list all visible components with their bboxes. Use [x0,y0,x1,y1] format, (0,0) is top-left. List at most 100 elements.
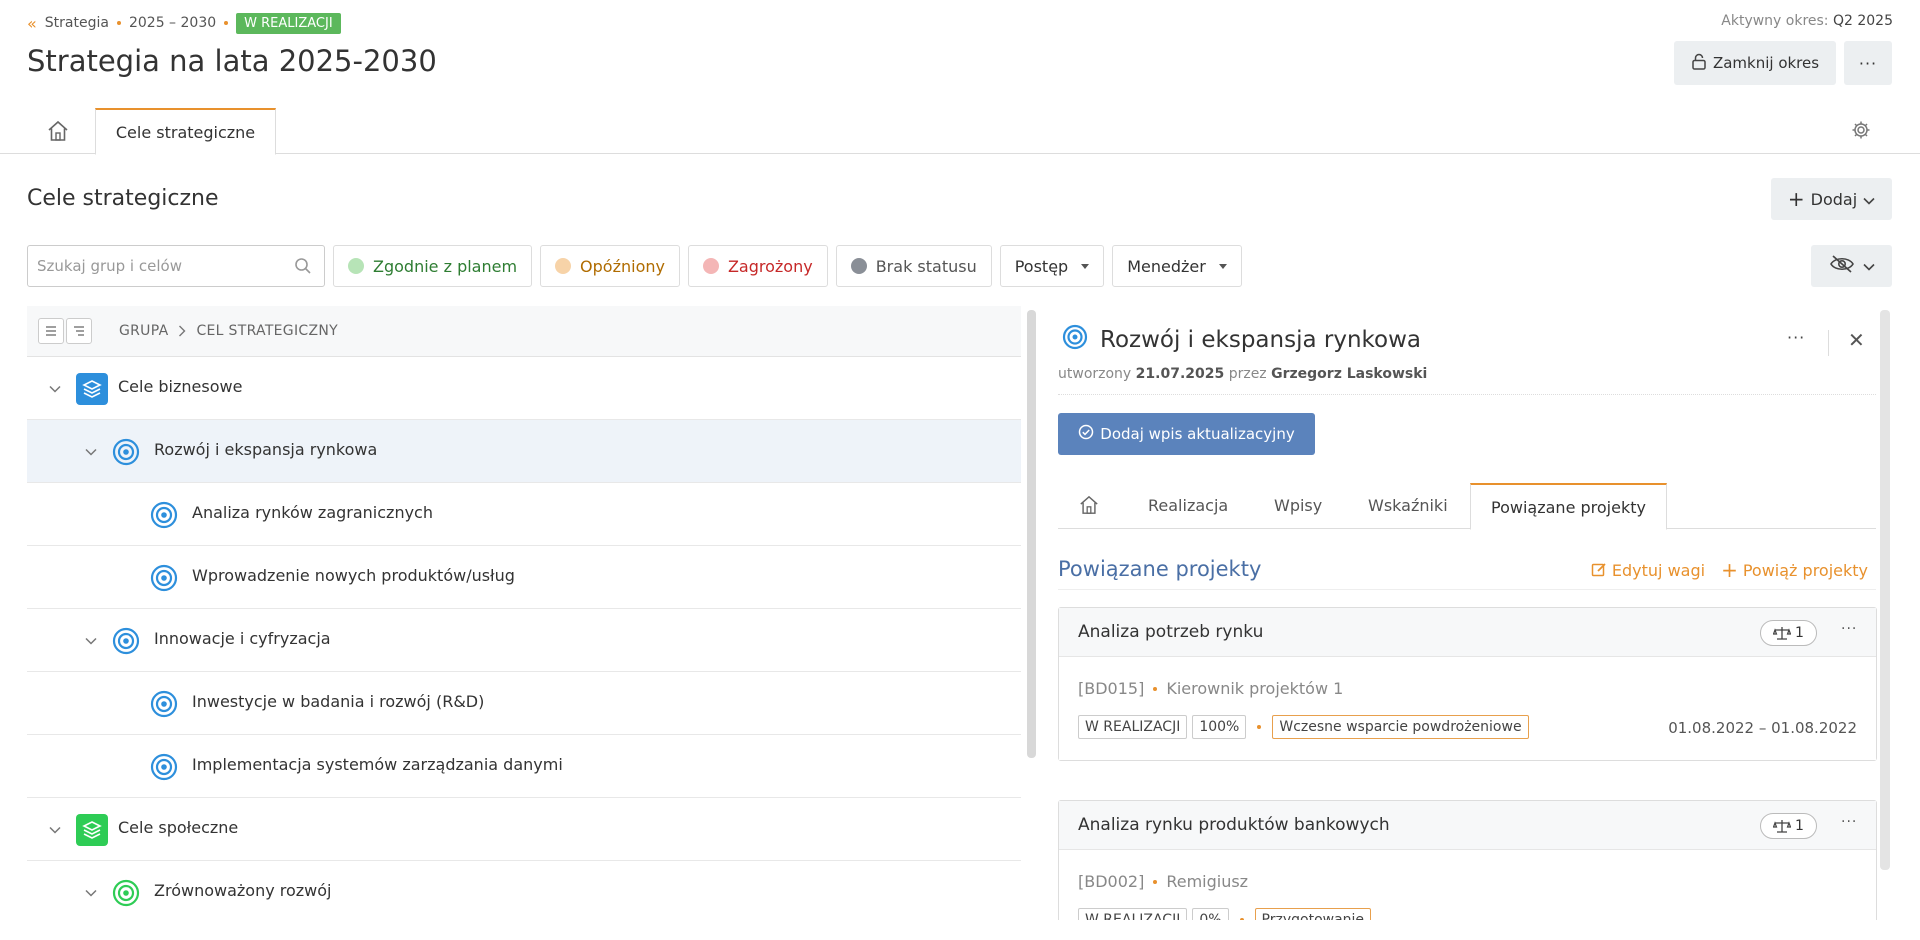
expand-all-button[interactable] [66,318,92,344]
header-group: GRUPA [119,323,169,339]
double-chevron-left-icon[interactable]: « [27,14,37,33]
tab-realizacja[interactable]: Realizacja [1148,496,1228,515]
chevron-down-icon[interactable] [84,633,98,647]
status-dot-orange [555,258,572,274]
filter-on-track[interactable]: Zgodnie z planem [333,245,533,287]
filter-no-status[interactable]: Brak statusu [835,245,992,287]
tree-scrollbar[interactable] [1027,310,1036,758]
linked-projects-heading: Powiązane projekty [1058,557,1262,581]
project-progress-tag: 0% [1192,908,1229,920]
add-button[interactable]: + Dodaj [1771,178,1892,220]
status-dot-grey [850,258,867,274]
caret-down-icon [1218,263,1227,269]
project-meta: [BD002] Remigiusz [1078,872,1248,891]
weight-badge[interactable]: 1 [1760,620,1817,646]
project-name[interactable]: Analiza potrzeb rynku [1078,622,1263,642]
add-update-button[interactable]: Dodaj wpis aktualizacyjny [1058,413,1315,455]
project-code: [BD015] [1078,679,1145,698]
chevron-down-icon [1862,257,1875,275]
tree-row-label: Rozwój i ekspansja rynkowa [154,440,378,459]
panel-scrollbar[interactable] [1880,310,1890,870]
created-by: Grzegorz Laskowski [1271,366,1428,382]
tree-goal-row[interactable]: Wprowadzenie nowych produktów/usług [27,546,1021,609]
gear-icon[interactable] [1851,120,1873,142]
manager-label: Menedżer [1127,256,1206,276]
active-period-value: Q2 2025 [1832,13,1893,29]
panel-more-button[interactable]: ··· [1787,328,1805,347]
header-goal: CEL STRATEGICZNY [196,323,338,339]
tree-row-label: Implementacja systemów zarządzania danym… [192,755,563,774]
chevron-down-icon[interactable] [48,381,62,395]
goals-tree: GRUPA CEL STRATEGICZNY Cele biznesowe Roz… [27,306,1021,920]
project-name[interactable]: Analiza rynku produktów bankowych [1078,815,1390,835]
tab-wpisy[interactable]: Wpisy [1274,496,1322,515]
chevron-down-icon[interactable] [48,822,62,836]
tree-goal-row[interactable]: Rozwój i ekspansja rynkowa [27,420,1021,483]
scale-icon [1773,820,1792,833]
search-icon[interactable] [294,257,312,279]
tree-row-label: Cele społeczne [118,818,239,837]
manager-dropdown[interactable]: Menedżer [1112,245,1242,287]
divider [1058,589,1876,590]
lock-icon [1691,53,1707,74]
layers-icon [76,373,108,405]
divider [1828,330,1829,356]
target-icon [1062,324,1088,356]
project-more-button[interactable]: ··· [1841,814,1857,830]
filter-label: Brak statusu [875,256,977,276]
project-card-header: Analiza potrzeb rynku 1 ··· [1059,608,1876,657]
tree-goal-row[interactable]: Innowacje i cyfryzacja [27,609,1021,672]
filter-at-risk[interactable]: Zagrożony [687,245,828,287]
tree-row-label: Analiza rynków zagranicznych [192,503,433,522]
home-tab[interactable] [46,120,74,144]
project-manager: Remigiusz [1166,872,1249,891]
panel-home-tab[interactable] [1078,495,1100,519]
tree-goal-row[interactable]: Analiza rynków zagranicznych [27,483,1021,546]
tree-group-row[interactable]: Cele biznesowe [27,357,1021,420]
tree-row-label: Innowacje i cyfryzacja [154,629,331,648]
created-date: 21.07.2025 [1135,366,1225,382]
chevron-right-icon [179,325,186,337]
target-icon [112,627,144,659]
tree-header: GRUPA CEL STRATEGICZNY [27,306,1021,357]
weight-badge[interactable]: 1 [1760,813,1817,839]
breadcrumb-strategy[interactable]: Strategia [45,15,109,31]
tree-row-label: Wprowadzenie nowych produktów/usług [192,566,515,585]
target-icon [112,438,144,470]
progress-dropdown[interactable]: Postęp [999,245,1105,287]
tree-goal-row[interactable]: Inwestycje w badania i rozwój (R&D) [27,672,1021,735]
collapse-all-button[interactable] [38,318,64,344]
tab-linked-projects[interactable]: Powiązane projekty [1470,483,1667,530]
filter-delayed[interactable]: Opóźniony [540,245,680,287]
tab-strategic-goals[interactable]: Cele strategiczne [95,108,276,155]
status-dot-red [702,258,719,274]
chevron-down-icon[interactable] [84,444,98,458]
close-icon[interactable]: ✕ [1848,328,1865,352]
search-box [27,245,325,287]
active-period-label: Aktywny okres: [1721,13,1829,29]
link-projects-button[interactable]: + Powiąż projekty [1721,560,1868,580]
tree-group-row[interactable]: Cele społeczne [27,798,1021,861]
chevron-down-icon [1863,190,1875,209]
indent-list-icon [74,326,84,336]
list-icon [46,326,56,336]
close-period-button[interactable]: Zamknij okres [1674,41,1836,85]
more-options-button[interactable]: ··· [1844,41,1892,85]
edit-weights-button[interactable]: Edytuj wagi [1591,560,1705,580]
created-prefix: utworzony [1058,366,1132,382]
visibility-toggle-button[interactable] [1811,245,1892,287]
project-more-button[interactable]: ··· [1841,621,1857,637]
plus-icon: + [1721,558,1738,582]
tree-goal-row[interactable]: Implementacja systemów zarządzania danym… [27,735,1021,798]
project-progress-tag: 100% [1192,715,1247,739]
chevron-down-icon[interactable] [84,885,98,899]
close-period-label: Zamknij okres [1712,54,1820,72]
tree-goal-row[interactable]: Zrównoważony rozwój [27,861,1021,920]
search-input[interactable] [28,246,278,286]
page-title: Strategia na lata 2025-2030 [27,44,437,78]
filter-label: Zagrożony [727,256,813,276]
linked-projects-actions: Edytuj wagi + Powiąż projekty [1591,560,1868,580]
target-icon [150,753,182,785]
tab-wskazniki[interactable]: Wskaźniki [1368,496,1448,515]
project-status-tag: W REALIZACJI [1078,715,1188,739]
